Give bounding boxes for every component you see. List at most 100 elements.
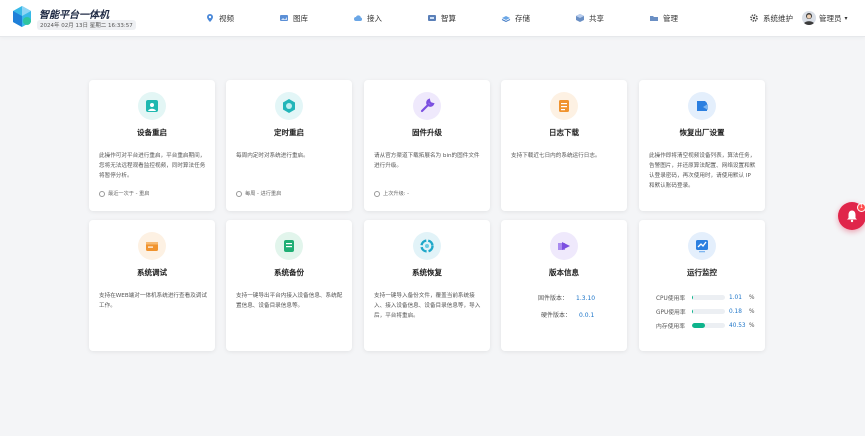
settings-label: 系统维护 <box>763 13 793 23</box>
chevron-down-icon: ▾ <box>844 14 848 22</box>
chip-icon <box>428 15 436 21</box>
card-description: 此操作可对平台进行重启，平台重启期间，您将无法远程观看监控视频，同时算法任务将暂… <box>99 153 206 179</box>
image-icon <box>280 15 288 21</box>
cloud-icon <box>354 15 363 21</box>
cpu-usage-bar <box>692 295 725 300</box>
card-run-monitor[interactable]: 运行监控 CPU使用率 1.01 % GPU使用率 0.18 % 内存使用率 4… <box>639 220 765 351</box>
nav-share[interactable]: 共享 <box>575 11 604 25</box>
card-title: 定时重启 <box>274 128 304 137</box>
memory-usage-fill <box>692 323 706 328</box>
card-description: 每周内定时对系统进行重启。 <box>236 153 309 159</box>
bell-icon <box>847 210 857 223</box>
nav-access[interactable]: 接入 <box>353 11 382 25</box>
firmware-version: 固件版本： 1.3.10 <box>538 293 595 302</box>
nav-label: 视频 <box>219 13 234 23</box>
card-title: 设备重启 <box>137 128 167 137</box>
gpu-usage-row: GPU使用率 0.18 % <box>656 307 755 317</box>
clock-icon <box>374 190 380 197</box>
nav-label: 管理 <box>663 13 678 23</box>
monitor-icon <box>688 232 716 260</box>
memory-usage-label: 内存使用率 <box>656 324 685 330</box>
card-title: 恢复出厂设置 <box>679 128 725 137</box>
nav-label: 智算 <box>441 13 456 23</box>
card-description: 请从官方渠道下载拓展名为 bin的固件文件进行升级。 <box>374 153 480 169</box>
user-menu[interactable]: 管理员 ▾ <box>802 9 848 27</box>
alert-count-badge: 1 <box>857 203 865 212</box>
storage-icon <box>501 16 511 23</box>
nav-label: 共享 <box>589 13 604 23</box>
clock-icon <box>236 190 242 197</box>
nav-video[interactable]: 视频 <box>205 11 234 25</box>
folder-icon <box>650 16 658 21</box>
firmware-version-label: 固件版本： <box>538 295 569 302</box>
log-icon <box>550 92 578 120</box>
card-title: 固件升级 <box>412 128 442 137</box>
hardware-version: 硬件版本： 0.0.1 <box>541 310 594 319</box>
hardware-version-label: 硬件版本： <box>541 312 572 319</box>
card-system-restore[interactable]: 系统恢复 支持一键导入备份文件，覆盖当前系统接入、接入设备信息、设备目录信息等，… <box>364 220 490 351</box>
card-description: 支持一键导入备份文件，覆盖当前系统接入、接入设备信息、设备目录信息等，导入后，平… <box>374 293 481 319</box>
memory-usage-unit: % <box>749 322 755 329</box>
user-avatar-icon <box>803 13 815 25</box>
cpu-usage-row: CPU使用率 1.01 % <box>656 293 755 303</box>
card-factory-reset[interactable]: 恢复出厂设置 此操作即将清空视频设备列表，算法任务，告警图片，并还原算法配置、网… <box>639 80 765 211</box>
avatar <box>802 11 816 25</box>
firmware-version-value: 1.3.10 <box>576 295 596 302</box>
timer-restart-icon <box>275 92 303 120</box>
card-scheduled-restart[interactable]: 定时重启 每周内定时对系统进行重启。 每周 - 进行重启 <box>226 80 352 211</box>
gpu-usage-unit: % <box>749 308 755 315</box>
card-firmware-upgrade[interactable]: 固件升级 请从官方渠道下载拓展名为 bin的固件文件进行升级。 上次升级: - <box>364 80 490 211</box>
app-logo-icon <box>13 6 31 27</box>
map-pin-icon <box>207 14 213 22</box>
nav-storage[interactable]: 存储 <box>501 11 530 25</box>
card-system-backup[interactable]: 系统备份 支持一键导出平台内接入设备信息、系统配置信息、设备目录信息等。 <box>226 220 352 351</box>
version-icon <box>550 232 578 260</box>
clock-icon <box>99 190 105 197</box>
gear-icon <box>750 14 758 22</box>
system-maintenance-menu[interactable]: 系统维护 <box>749 11 793 25</box>
card-description: 支持下载近七日内的系统运行日志。 <box>511 153 601 159</box>
debug-icon <box>138 232 166 260</box>
alert-bell-button[interactable]: 1 <box>838 202 865 230</box>
card-title: 系统调试 <box>137 268 167 277</box>
nav-label: 存储 <box>515 13 530 23</box>
card-title: 系统恢复 <box>412 268 442 277</box>
wrench-icon <box>413 92 441 120</box>
user-name: 管理员 <box>819 13 842 23</box>
current-datetime: 2024年 02月 13日 星期二 16:33:57 <box>37 20 136 30</box>
memory-usage-value: 40.53 <box>729 322 746 329</box>
nav-gallery[interactable]: 图库 <box>279 11 308 25</box>
top-header: 智能平台一体机 2024年 02月 13日 星期二 16:33:57 视频 图库… <box>0 0 865 37</box>
card-device-restart[interactable]: 设备重启 此操作可对平台进行重启，平台重启期间，您将无法远程观看监控视频，同时算… <box>89 80 215 211</box>
card-version-info[interactable]: 版本信息 固件版本： 1.3.10 硬件版本： 0.0.1 <box>501 220 627 351</box>
restore-icon <box>413 232 441 260</box>
hardware-version-value: 0.0.1 <box>579 312 595 319</box>
app-title: 智能平台一体机 <box>39 10 109 21</box>
device-restart-icon <box>138 92 166 120</box>
card-description: 支持在WEB端对一体机系统进行查看及调试工作。 <box>99 293 207 309</box>
nav-manage[interactable]: 管理 <box>649 11 678 25</box>
card-footer: 每周 - 进行重启 <box>236 190 281 197</box>
nav-label: 图库 <box>293 13 308 23</box>
cpu-usage-unit: % <box>749 294 755 301</box>
footer-text: 最近一次于 - 重启 <box>108 191 150 197</box>
card-title: 运行监控 <box>687 268 717 277</box>
cpu-usage-label: CPU使用率 <box>656 296 686 302</box>
gpu-usage-bar <box>692 309 725 314</box>
share-icon <box>576 14 584 22</box>
footer-text: 上次升级: - <box>383 191 410 197</box>
card-title: 系统备份 <box>274 268 304 277</box>
factory-reset-icon <box>688 92 716 120</box>
cpu-usage-value: 1.01 <box>729 294 742 301</box>
card-system-debug[interactable]: 系统调试 支持在WEB端对一体机系统进行查看及调试工作。 <box>89 220 215 351</box>
memory-usage-row: 内存使用率 40.53 % <box>656 321 755 331</box>
card-title: 版本信息 <box>549 268 579 277</box>
gpu-usage-value: 0.18 <box>729 308 742 315</box>
card-log-download[interactable]: 日志下载 支持下载近七日内的系统运行日志。 <box>501 80 627 211</box>
card-title: 日志下载 <box>549 128 579 137</box>
card-description: 支持一键导出平台内接入设备信息、系统配置信息、设备目录信息等。 <box>236 293 343 309</box>
gpu-usage-label: GPU使用率 <box>656 310 686 316</box>
card-description: 此操作即将清空视频设备列表，算法任务，告警图片，并还原算法配置、网络设置和默认登… <box>649 153 756 189</box>
nav-compute[interactable]: 智算 <box>427 11 456 25</box>
memory-usage-bar <box>692 323 725 328</box>
